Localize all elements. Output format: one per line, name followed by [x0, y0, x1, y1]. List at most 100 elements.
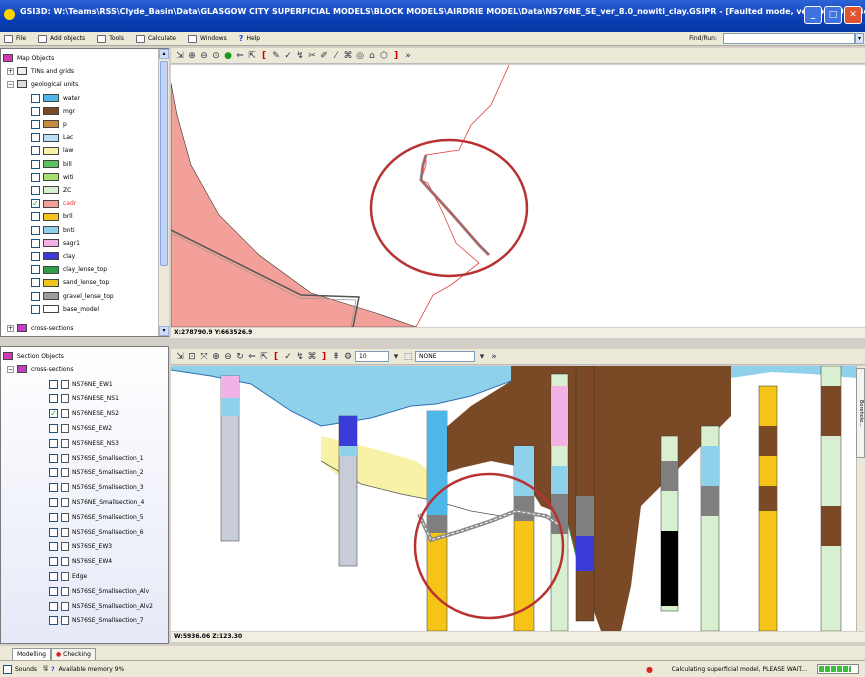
- unit-item-mgr[interactable]: mgr: [31, 105, 75, 117]
- unit-item-gravel-lense-top[interactable]: gravel_lense_top: [31, 290, 114, 302]
- unit-checkbox[interactable]: [31, 212, 40, 222]
- section-checkbox[interactable]: [49, 468, 58, 478]
- collapse-icon[interactable]: −: [7, 365, 14, 373]
- scroll-down-button[interactable]: ▾: [159, 326, 169, 336]
- more-tools-icon[interactable]: »: [403, 51, 413, 61]
- unit-checkbox[interactable]: [31, 133, 40, 143]
- edit-node-icon[interactable]: ✓: [283, 352, 293, 362]
- unit-item-lac[interactable]: Lac: [31, 132, 73, 144]
- tab-modelling[interactable]: Modelling: [12, 648, 51, 660]
- unit-checkbox[interactable]: [31, 146, 40, 156]
- section-item-ns76se-smallsection-2[interactable]: NS76SE_Smallsection_2: [49, 467, 144, 479]
- expand-icon[interactable]: +: [7, 324, 14, 332]
- reshape-icon[interactable]: ⌘: [343, 51, 353, 61]
- unit-item-clay-lense-top[interactable]: clay_lense_top: [31, 264, 107, 276]
- section-objects-root[interactable]: Section Objects: [3, 350, 64, 362]
- unit-item-bnti[interactable]: bnti: [31, 224, 75, 236]
- move-node-icon[interactable]: ↯: [295, 51, 305, 61]
- section-checkbox[interactable]: [49, 616, 58, 626]
- unit-item-p[interactable]: p: [31, 118, 67, 130]
- tins-folder[interactable]: + TINs and grids: [7, 65, 74, 77]
- section-item-ns76nese-ns1[interactable]: NS76NESE_NS1: [49, 393, 119, 405]
- delete-node-icon[interactable]: ⁄: [331, 51, 341, 61]
- zoom-out-icon[interactable]: ⊖: [199, 51, 209, 61]
- menu-windows[interactable]: Windows: [188, 34, 227, 43]
- tab-checking[interactable]: ● Checking: [50, 648, 96, 660]
- section-checkbox[interactable]: [49, 571, 58, 581]
- section-item-ns76se-smallsection-3[interactable]: NS76SE_Smallsection_3: [49, 482, 144, 494]
- section-item-edge[interactable]: Edge: [49, 570, 87, 582]
- unit-item-law[interactable]: law: [31, 145, 73, 157]
- section-item-ns76se-smallsection-7[interactable]: NS76SE_Smallsection_7: [49, 615, 144, 627]
- unit-checkbox[interactable]: [31, 251, 40, 261]
- unit-checkbox[interactable]: ✓: [31, 199, 40, 209]
- section-item-ns76se-smallsection-5[interactable]: NS76SE_Smallsection_5: [49, 511, 144, 523]
- exaggeration-dropdown-icon[interactable]: ▾: [391, 352, 401, 362]
- section-item-ns76nese-ns2[interactable]: ✓ NS76NESE_NS2: [49, 408, 119, 420]
- unit-checkbox[interactable]: [31, 119, 40, 129]
- scroll-thumb[interactable]: [160, 61, 168, 266]
- section-checkbox[interactable]: [49, 497, 58, 507]
- unit-checkbox[interactable]: [31, 291, 40, 301]
- unit-item-witi[interactable]: witi: [31, 171, 74, 183]
- borehole-side-tab[interactable]: Borehole...: [856, 368, 865, 458]
- zoom-out-icon[interactable]: ⊖: [223, 352, 233, 362]
- unit-checkbox[interactable]: [31, 225, 40, 235]
- snap-icon[interactable]: ◎: [355, 51, 365, 61]
- select-tool-icon[interactable]: ⇲: [175, 352, 185, 362]
- menu-help[interactable]: ? Help: [239, 34, 260, 43]
- section-item-ns76nese-ns3[interactable]: NS76NESE_NS3: [49, 437, 119, 449]
- cross-sections-folder[interactable]: + cross-sections: [7, 322, 73, 334]
- unit-item-sand-lense-top[interactable]: sand_lense_top: [31, 277, 109, 289]
- unit-checkbox[interactable]: [31, 185, 40, 195]
- section-checkbox[interactable]: [49, 394, 58, 404]
- edit-node-icon[interactable]: ✓: [283, 51, 293, 61]
- mode-dropdown-icon[interactable]: ▾: [477, 352, 487, 362]
- close-button[interactable]: ✕: [844, 6, 862, 24]
- horizontal-splitter[interactable]: [0, 338, 865, 346]
- select-tool-icon[interactable]: ⇲: [175, 51, 185, 61]
- find-dropdown-button[interactable]: ▾: [855, 33, 864, 44]
- unit-item-clay[interactable]: clay: [31, 250, 75, 262]
- section-checkbox[interactable]: [49, 586, 58, 596]
- zoom-in-icon[interactable]: ⊕: [211, 352, 221, 362]
- unit-item-zc[interactable]: ZC: [31, 184, 71, 196]
- section-cross-sections-folder[interactable]: − cross-sections: [7, 363, 73, 375]
- menu-calculate[interactable]: Calculate: [135, 34, 176, 43]
- map-view-canvas[interactable]: [170, 64, 865, 328]
- scroll-up-button[interactable]: ▴: [159, 49, 169, 59]
- section-checkbox[interactable]: [49, 483, 58, 493]
- back-icon[interactable]: ⇐: [235, 51, 245, 61]
- section-item-ns76se-ew3[interactable]: NS76SE_EW3: [49, 541, 112, 553]
- find-run-input[interactable]: [723, 33, 855, 44]
- unit-item-water[interactable]: water: [31, 92, 80, 104]
- unit-checkbox[interactable]: [31, 106, 40, 116]
- split-icon[interactable]: ✂: [307, 51, 317, 61]
- pencil-icon[interactable]: ✐: [319, 51, 329, 61]
- unit-checkbox[interactable]: [31, 159, 40, 169]
- section-checkbox[interactable]: ✓: [49, 409, 58, 419]
- unit-checkbox[interactable]: [31, 278, 40, 288]
- section-checkbox[interactable]: [49, 512, 58, 522]
- sounds-checkbox[interactable]: [3, 664, 12, 674]
- section-checkbox[interactable]: [49, 438, 58, 448]
- section-checkbox[interactable]: [49, 601, 58, 611]
- back-icon[interactable]: ⇐: [247, 352, 257, 362]
- section-checkbox[interactable]: [49, 423, 58, 433]
- maximize-button[interactable]: □: [824, 6, 842, 24]
- more-tools-icon[interactable]: »: [489, 352, 499, 362]
- unit-item-base-model[interactable]: base_model: [31, 303, 99, 315]
- rotate-icon[interactable]: ↻: [235, 352, 245, 362]
- section-checkbox[interactable]: [49, 379, 58, 389]
- insert-borehole-icon[interactable]: ⇞: [331, 352, 341, 362]
- map-objects-root[interactable]: Map Objects: [3, 52, 54, 64]
- section-checkbox[interactable]: [49, 557, 58, 567]
- section-item-ns76se-smallsection-alv2[interactable]: NS76SE_Smallsection_Alv2: [49, 600, 153, 612]
- section-checkbox[interactable]: [49, 453, 58, 463]
- select-polygon-icon[interactable]: ⌂: [367, 51, 377, 61]
- section-item-ns76se-smallsection-alv[interactable]: NS76SE_Smallsection_Alv: [49, 585, 149, 597]
- unit-item-sagr1[interactable]: sagr1: [31, 237, 80, 249]
- display-mode-select[interactable]: NONE: [415, 351, 475, 362]
- polygon-icon[interactable]: ⬡: [379, 51, 389, 61]
- move-node-icon[interactable]: ↯: [295, 352, 305, 362]
